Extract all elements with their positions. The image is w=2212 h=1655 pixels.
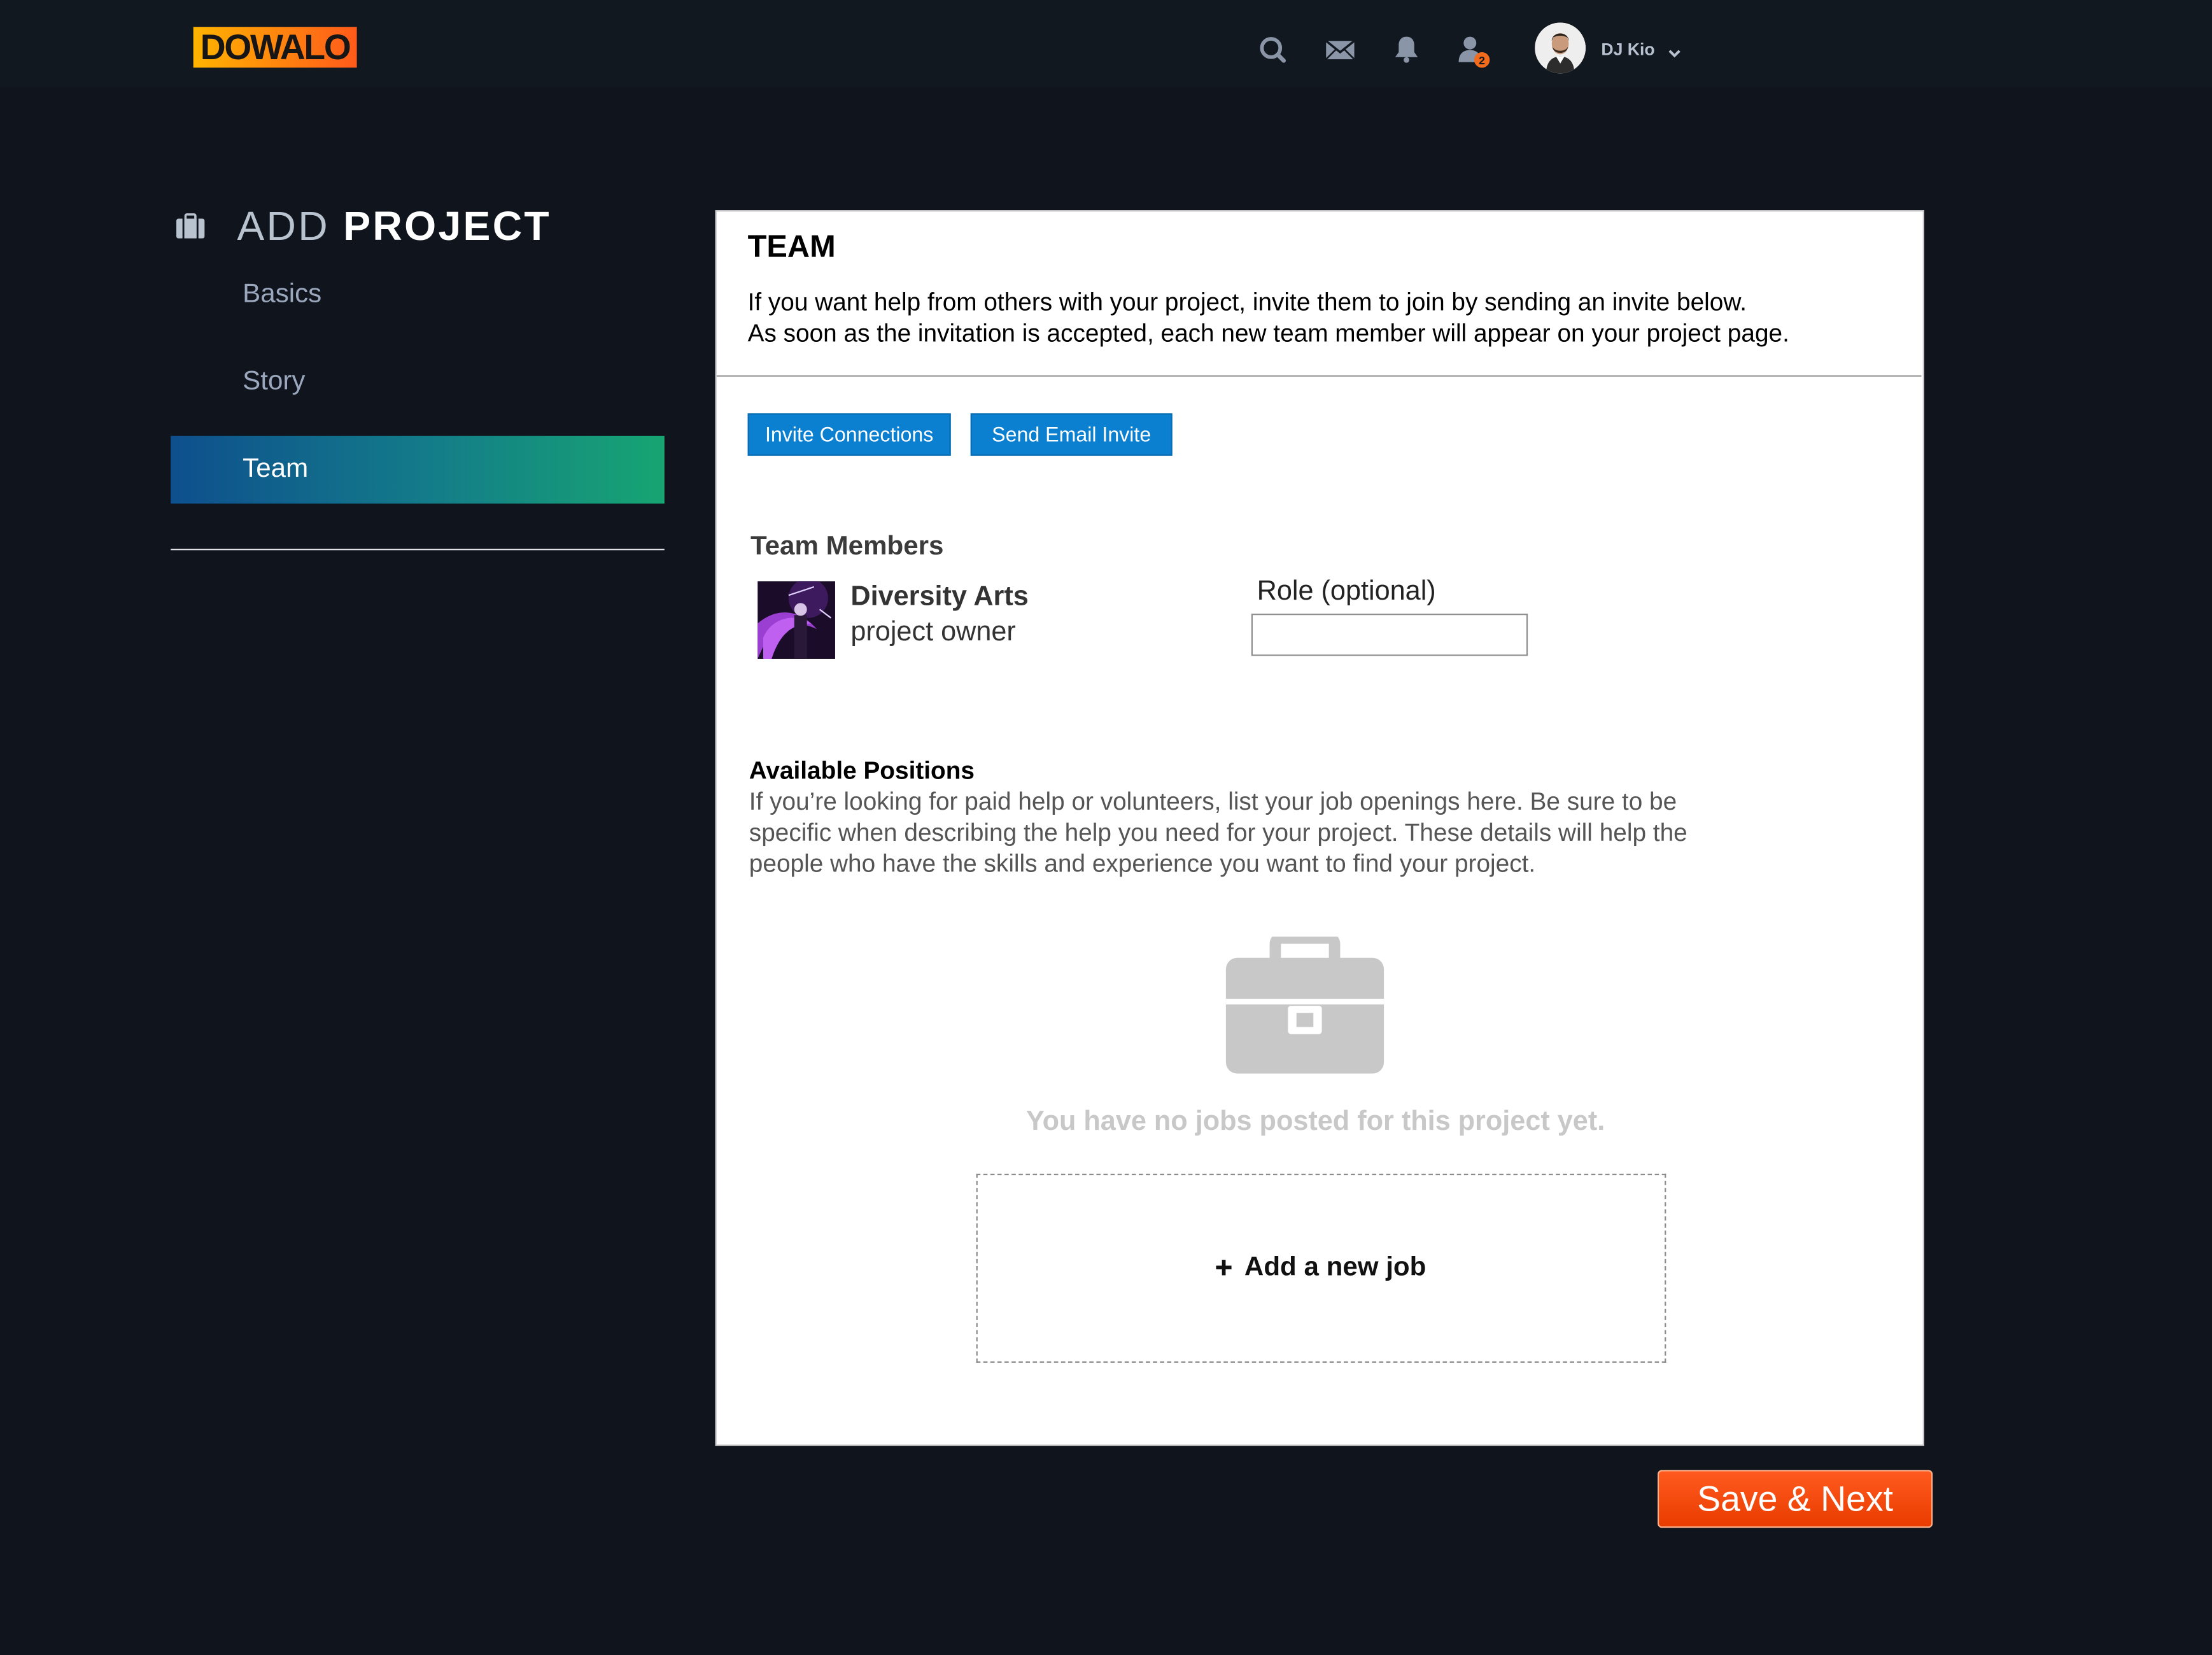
team-description-line-1: If you want help from others with your p…	[747, 288, 1747, 316]
search-icon[interactable]	[1257, 34, 1288, 65]
member-name: Diversity Arts	[850, 581, 1029, 612]
heading-bold: PROJECT	[343, 204, 552, 250]
user-avatar[interactable]	[1535, 22, 1586, 74]
save-and-next-button[interactable]: Save & Next	[1658, 1470, 1933, 1528]
no-jobs-message: You have no jobs posted for this project…	[1025, 1106, 1605, 1137]
chevron-down-icon[interactable]	[1668, 42, 1682, 58]
member-avatar	[757, 581, 835, 659]
svg-text:DOWALO: DOWALO	[201, 27, 350, 67]
team-title: TEAM	[747, 229, 836, 264]
dowalo-logo[interactable]: DOWALO	[193, 27, 357, 68]
available-positions-heading: Available Positions	[749, 756, 975, 785]
sidebar-item-story[interactable]: Story	[171, 348, 665, 416]
member-role: project owner	[850, 616, 1016, 648]
bell-icon[interactable]	[1391, 34, 1422, 65]
role-field-label: Role (optional)	[1257, 575, 1436, 607]
role-input[interactable]	[1251, 614, 1528, 656]
send-email-invite-button[interactable]: Send Email Invite	[970, 413, 1173, 456]
sidebar-item-label: Basics	[243, 279, 322, 309]
user-name[interactable]: DJ Kio	[1601, 39, 1654, 59]
team-description-line-2: As soon as the invitation is accepted, e…	[747, 318, 1789, 348]
available-positions-description: If you’re looking for paid help or volun…	[749, 787, 1687, 878]
plus-icon	[1216, 1253, 1232, 1284]
briefcase-icon	[1225, 932, 1386, 1075]
sidebar-item-basics[interactable]: Basics	[171, 261, 665, 328]
mail-icon[interactable]	[1325, 34, 1356, 65]
team-members-heading: Team Members	[750, 532, 944, 562]
add-job-text: Add a new job	[1244, 1252, 1427, 1283]
invite-connections-button[interactable]: Invite Connections	[747, 413, 951, 456]
connections-icon[interactable]: 2	[1457, 34, 1490, 68]
sidebar-divider	[171, 549, 665, 551]
panel-header-divider	[716, 375, 1922, 377]
add-new-job-label[interactable]: Add a new job	[976, 1253, 1666, 1284]
notification-count: 2	[1479, 54, 1485, 67]
sidebar-item-label: Team	[243, 454, 309, 484]
sidebar-item-team[interactable]: Team	[171, 435, 665, 504]
team-description: If you want help from others with your p…	[748, 286, 1789, 349]
heading-light: ADD	[237, 204, 330, 250]
add-project-heading: ADD PROJECT	[237, 204, 551, 251]
briefcase-icon	[175, 211, 206, 243]
sidebar-item-label: Story	[243, 367, 306, 397]
